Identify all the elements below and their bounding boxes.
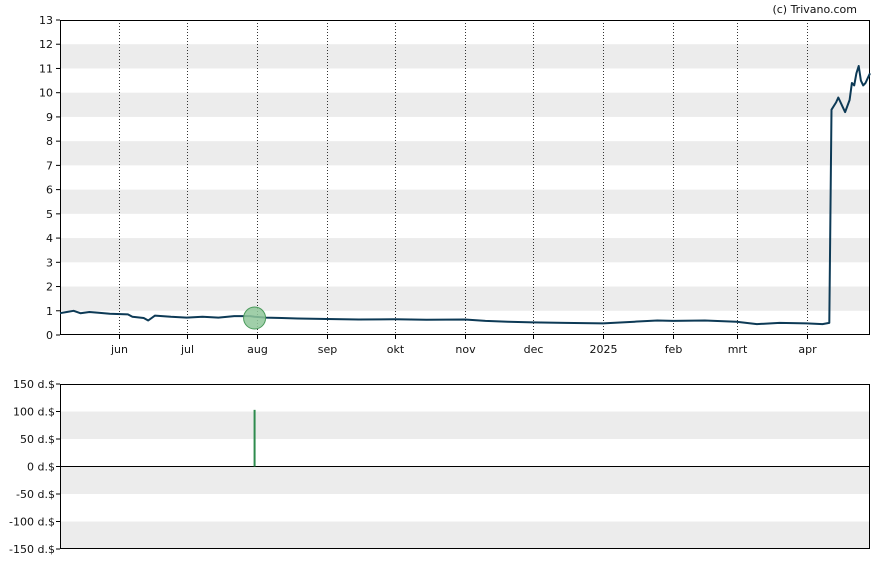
price-x-tick-label: okt: [387, 343, 405, 356]
volume-y-tick-label: 0 d.$: [27, 461, 55, 474]
price-x-tick-label: 2025: [590, 343, 618, 356]
price-y-tick-label: 2: [46, 281, 53, 294]
volume-grid-band: [60, 411, 870, 439]
price-y-tick-label: 1: [46, 305, 53, 318]
price-x-tick-label: sep: [318, 343, 337, 356]
volume-grid-band: [60, 466, 870, 494]
price-x-tick-label: jun: [110, 343, 128, 356]
chart-canvas: (c) Trivano.com 012345678910111213jun jul…: [9, 3, 871, 556]
volume-panel: 150 d.$ 100 d.$ 50 d.$ 0 d.$ -50 d.$ -100 d.$…: [9, 378, 870, 556]
price-x-tick-label: aug: [247, 343, 268, 356]
price-x-tick-label: mrt: [728, 343, 748, 356]
price-x-tick-label: dec: [524, 343, 544, 356]
price-y-tick-label: 0: [46, 329, 53, 342]
price-grid-band: [60, 238, 870, 263]
stock-chart: (c) Trivano.com 0 1 2 3 4 5 6 7 8 9 10 11 12 13 jun jul…: [0, 0, 888, 565]
volume-y-tick-label: 100 d.$: [13, 406, 55, 419]
volume-y-tick-label: -100 d.$: [9, 516, 55, 529]
price-y-tick-label: 11: [39, 62, 53, 75]
price-y-tick-label: 9: [46, 111, 53, 124]
price-y-tick-label: 5: [46, 208, 53, 221]
price-x-tick-label: feb: [665, 343, 683, 356]
volume-y-tick-label: -50 d.$: [16, 488, 55, 501]
volume-y-tick-label: -150 d.$: [9, 543, 55, 556]
price-x-tick-label: nov: [455, 343, 476, 356]
price-y-tick-label: 6: [46, 184, 53, 197]
price-y-tick-label: 13: [39, 14, 53, 27]
transaction-marker: [243, 306, 267, 330]
price-grid-band: [60, 189, 870, 214]
price-y-tick-label: 12: [39, 38, 53, 51]
price-y-tick-label: 3: [46, 256, 53, 269]
volume-y-tick-label: 150 d.$: [13, 378, 55, 391]
price-x-tick-label: jul: [180, 343, 194, 356]
price-y-tick-label: 8: [46, 135, 53, 148]
price-x-tick-label: apr: [798, 343, 817, 356]
credit-label: (c) Trivano.com: [772, 3, 857, 16]
price-y-tick-label: 10: [39, 87, 53, 100]
price-y-tick-label: 4: [46, 232, 53, 245]
volume-y-tick-label: 50 d.$: [20, 433, 55, 446]
price-panel: 012345678910111213jun jul aug sep okt nov dec 2…: [39, 14, 871, 356]
volume-grid-band: [60, 521, 870, 549]
price-y-tick-label: 7: [46, 159, 53, 172]
